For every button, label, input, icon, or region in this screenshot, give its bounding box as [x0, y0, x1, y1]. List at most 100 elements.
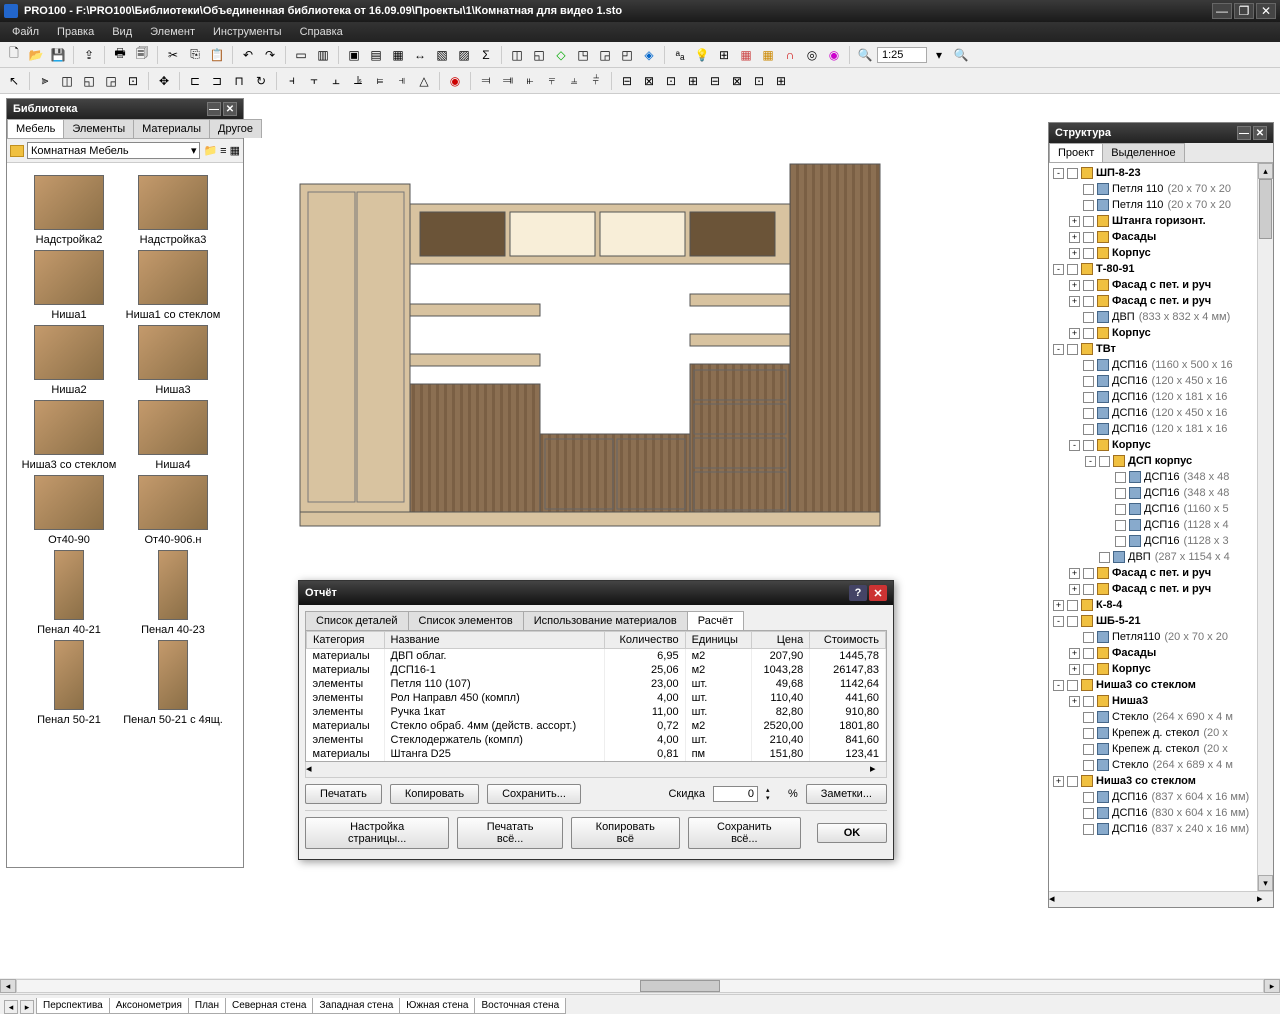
print-icon[interactable]: 🖶 [110, 45, 130, 65]
menu-Элемент[interactable]: Элемент [142, 24, 203, 40]
view-tab[interactable]: Западная стена [312, 998, 400, 1014]
group-icon[interactable]: ▥ [313, 45, 333, 65]
report-tab-0[interactable]: Список деталей [305, 611, 409, 630]
copy-all-button[interactable]: Копировать всё [571, 817, 680, 849]
tree-row[interactable]: +Фасад с пет. и руч [1051, 293, 1255, 309]
view6-icon[interactable]: ◰ [617, 45, 637, 65]
panel-b-icon[interactable]: ▤ [366, 45, 386, 65]
tree-checkbox[interactable] [1083, 760, 1094, 771]
tree-expander-icon[interactable]: + [1069, 232, 1080, 243]
print-button[interactable]: Печатать [305, 784, 382, 804]
sp7-icon[interactable]: ⊡ [749, 71, 769, 91]
select-icon[interactable]: ↖ [4, 71, 24, 91]
target-icon[interactable]: ◎ [802, 45, 822, 65]
al-c-icon[interactable]: ⫟ [304, 71, 324, 91]
library-item[interactable]: Пенал 40-21 [19, 550, 119, 636]
view7-icon[interactable]: ◈ [639, 45, 659, 65]
view-grid-icon[interactable]: ▦ [230, 144, 240, 157]
sp4-icon[interactable]: ⊞ [683, 71, 703, 91]
view5-icon[interactable]: ◲ [595, 45, 615, 65]
tree-checkbox[interactable] [1083, 824, 1094, 835]
tree-checkbox[interactable] [1083, 792, 1094, 803]
tree-row[interactable]: Крепеж д. стекол(20 x [1051, 741, 1255, 757]
scroll-right-icon[interactable]: ▸ [1257, 892, 1273, 906]
sum-icon[interactable]: Σ [476, 45, 496, 65]
new-icon[interactable]: 🗋 [4, 45, 24, 65]
print-all-button[interactable]: Печатать всё... [457, 817, 563, 849]
tree-row[interactable]: ДСП16(1128 x 4 [1051, 517, 1255, 533]
library-item[interactable]: Пенал 50-21 [19, 640, 119, 726]
tree-row[interactable]: +Фасад с пет. и руч [1051, 277, 1255, 293]
library-folder-combo[interactable]: Комнатная Мебель ▾ [27, 142, 200, 159]
sp3-icon[interactable]: ⊡ [661, 71, 681, 91]
tree-expander-icon[interactable]: + [1069, 696, 1080, 707]
tree-expander-icon[interactable]: - [1053, 168, 1064, 179]
folder-up-icon[interactable]: 📁 [203, 144, 217, 157]
tree-row[interactable]: ДСП16(120 x 450 x 16 [1051, 373, 1255, 389]
library-item[interactable]: Ниша3 [123, 325, 223, 396]
tree-row[interactable]: ДВП(833 x 832 x 4 мм) [1051, 309, 1255, 325]
report-tab-3[interactable]: Расчёт [687, 611, 744, 630]
tool1-icon[interactable]: ⫸ [35, 71, 55, 91]
tree-row[interactable]: +Ниша3 со стеклом [1051, 773, 1255, 789]
view4-icon[interactable]: ◳ [573, 45, 593, 65]
sp5-icon[interactable]: ⊟ [705, 71, 725, 91]
menu-Файл[interactable]: Файл [4, 24, 47, 40]
tree-checkbox[interactable] [1083, 312, 1094, 323]
tree-checkbox[interactable] [1083, 440, 1094, 451]
dist2-icon[interactable]: ⫥ [498, 71, 518, 91]
scrollbar-right-icon[interactable]: ▸ [1264, 979, 1280, 993]
tree-checkbox[interactable] [1083, 584, 1094, 595]
tree-checkbox[interactable] [1083, 232, 1094, 243]
al-b-icon[interactable]: ⫣ [392, 71, 412, 91]
tree-checkbox[interactable] [1115, 536, 1126, 547]
new-element-icon[interactable]: ▭ [291, 45, 311, 65]
tree-checkbox[interactable] [1083, 184, 1094, 195]
tree-checkbox[interactable] [1067, 600, 1078, 611]
view-tab[interactable]: Северная стена [225, 998, 314, 1014]
ok-button[interactable]: OK [817, 823, 887, 843]
tree-checkbox[interactable] [1115, 472, 1126, 483]
tree-row[interactable]: Стекло(264 x 690 x 4 м [1051, 709, 1255, 725]
tree-checkbox[interactable] [1083, 664, 1094, 675]
tree-checkbox[interactable] [1083, 296, 1094, 307]
tree-row[interactable]: ДСП16(120 x 181 x 16 [1051, 389, 1255, 405]
tree-row[interactable]: -Т-80-91 [1051, 261, 1255, 277]
scroll-thumb[interactable] [1259, 179, 1272, 239]
panel-c-icon[interactable]: ▦ [388, 45, 408, 65]
panel-f-icon[interactable]: ▨ [454, 45, 474, 65]
close-button[interactable]: ✕ [1256, 3, 1276, 19]
tree-row[interactable]: Стекло(264 x 689 x 4 м [1051, 757, 1255, 773]
tree-row[interactable]: ДВП(287 x 1154 x 4 [1051, 549, 1255, 565]
grid-icon[interactable]: ▦ [736, 45, 756, 65]
tree-row[interactable]: ДСП16(1160 x 5 [1051, 501, 1255, 517]
view3-icon[interactable]: ◇ [551, 45, 571, 65]
tree-expander-icon[interactable]: + [1069, 248, 1080, 259]
spinner-down-icon[interactable]: ▾ [766, 794, 780, 802]
view2-icon[interactable]: ◱ [529, 45, 549, 65]
tree-checkbox[interactable] [1083, 728, 1094, 739]
tree-row[interactable]: +К-8-4 [1051, 597, 1255, 613]
library-item[interactable]: Ниша1 [19, 250, 119, 321]
tree-row[interactable]: ДСП16(120 x 181 x 16 [1051, 421, 1255, 437]
library-item[interactable]: Ниша3 со стеклом [19, 400, 119, 471]
target2-icon[interactable]: ◉ [824, 45, 844, 65]
view-tab[interactable]: Восточная стена [474, 998, 566, 1014]
tree-checkbox[interactable] [1083, 360, 1094, 371]
tree-checkbox[interactable] [1083, 712, 1094, 723]
report-row[interactable]: материалыШтанга D250,81пм151,80123,41 [307, 747, 886, 761]
structure-minimize-icon[interactable]: — [1237, 126, 1251, 140]
tree-expander-icon[interactable]: - [1053, 264, 1064, 275]
report-header[interactable]: Стоимость [810, 632, 886, 649]
tree-checkbox[interactable] [1067, 616, 1078, 627]
library-item[interactable]: Ниша4 [123, 400, 223, 471]
tabs-right-icon[interactable]: ▸ [20, 1000, 34, 1014]
tree-row[interactable]: ДСП16(1160 x 500 x 16 [1051, 357, 1255, 373]
al-r-icon[interactable]: ⫠ [326, 71, 346, 91]
tree-checkbox[interactable] [1067, 264, 1078, 275]
tree-checkbox[interactable] [1083, 216, 1094, 227]
maximize-button[interactable]: ❐ [1234, 3, 1254, 19]
structure-scrollbar-v[interactable]: ▴ ▾ [1257, 163, 1273, 891]
text-icon[interactable]: ᵃₐ [670, 45, 690, 65]
tree-checkbox[interactable] [1083, 328, 1094, 339]
